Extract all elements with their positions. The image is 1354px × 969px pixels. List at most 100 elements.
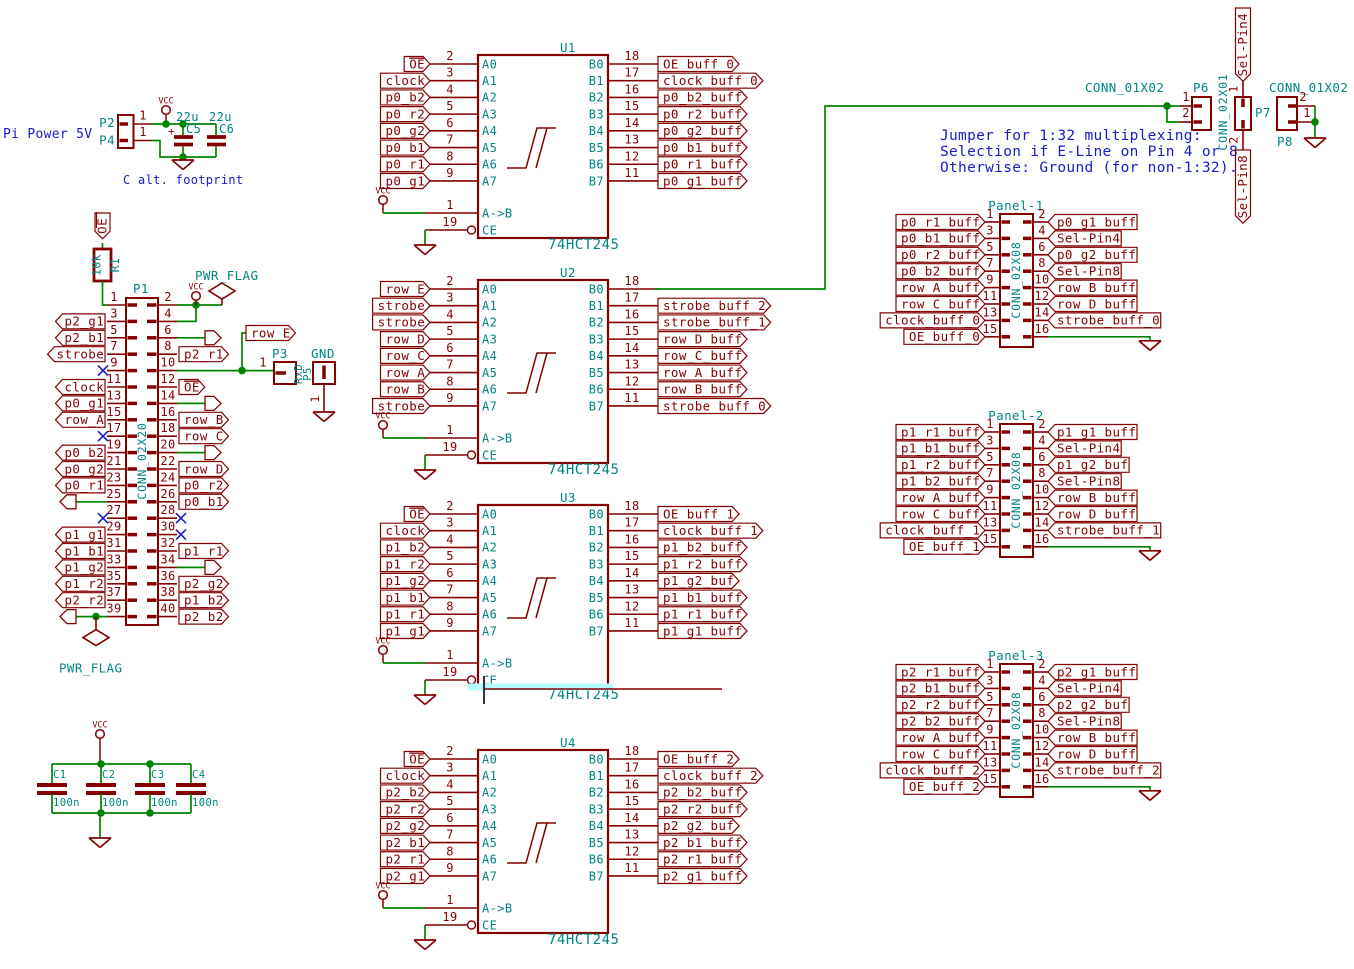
net-label-p1_g1[interactable]: p1_g1 [56, 527, 106, 542]
net-label-OE[interactable]: OE [404, 751, 430, 766]
net-label-row_D_buff[interactable]: row_D_buff [658, 331, 747, 346]
connector-panel-3[interactable]: Panel-3CONN_02X0813579111315246810121416 [982, 648, 1049, 797]
schematic-canvas[interactable]: Pi Power 5VP2P411VCC+22uC522uC6C alt. fo… [0, 0, 1354, 969]
net-label-p0_r2[interactable]: p0_r2 [179, 478, 229, 493]
chip-u2[interactable]: U274HCT2452A03A14A25A36A47A58A69A718B017… [425, 265, 658, 478]
net-label-p1_b2_buff[interactable]: p1_b2_buff [896, 474, 985, 489]
net-label-p2_b1_buff[interactable]: p2_b1_buff [896, 681, 985, 696]
net-label-p1_r2_buff[interactable]: p1_r2_buff [658, 556, 747, 571]
net-label-p0_b1_buff[interactable]: p0_b1_buff [658, 140, 747, 155]
pwr-flag[interactable]: PWR_FLAG [59, 630, 122, 676]
no-connect-mark[interactable] [98, 431, 108, 441]
net-label-strobe_buff_0[interactable]: strobe_buff_0 [1048, 313, 1161, 328]
net-label-p1_g2_buf[interactable]: p1_g2_buf [658, 573, 739, 588]
net-label-clock_buff_2[interactable]: clock_buff_2 [658, 768, 763, 783]
net-label-p1_b1[interactable]: p1_b1 [381, 590, 431, 605]
note-jumper-line[interactable]: Jumper for 1:32 multiplexing: [940, 128, 1202, 144]
net-label-p1_r1[interactable]: p1_r1 [381, 607, 431, 622]
net-label-p1_r2_buff[interactable]: p1_r2_buff [896, 457, 985, 472]
net-label-p0_g1_buff[interactable]: p0_g1_buff [658, 173, 747, 188]
net-label-row_C[interactable]: row_C [381, 348, 431, 363]
net-label-row_C_buff[interactable]: row_C_buff [896, 296, 985, 311]
wire-segment[interactable] [1048, 337, 1150, 341]
note-jumper-line[interactable]: Otherwise: Ground (for non-1:32). [940, 160, 1238, 176]
empty-label-arrow[interactable] [60, 495, 76, 509]
net-label-p1_b2[interactable]: p1_b2 [381, 540, 431, 555]
net-label-row_A[interactable]: row_A [56, 412, 106, 427]
vcc-symbol[interactable]: VCC [92, 721, 107, 765]
net-label-p0_g2[interactable]: p0_g2 [381, 123, 431, 138]
connector-p2-p4[interactable]: P2P411 [99, 109, 151, 149]
net-label-row_A_buff[interactable]: row_A_buff [896, 490, 985, 505]
net-label-p1_g2[interactable]: p1_g2 [56, 560, 106, 575]
net-label-p0_r1[interactable]: p0_r1 [56, 478, 106, 493]
net-label-row_E[interactable]: row_E [246, 325, 296, 340]
gnd-symbol[interactable] [313, 412, 335, 422]
net-label-row_D[interactable]: row_D [179, 461, 229, 476]
net-label-strobe[interactable]: strobe [373, 298, 430, 313]
empty-label-arrow[interactable] [205, 331, 221, 345]
gnd-symbol[interactable] [1139, 341, 1161, 351]
net-label-p2_g2[interactable]: p2_g2 [381, 818, 431, 833]
net-label-Sel-Pin4[interactable]: Sel-Pin4 [1048, 681, 1121, 696]
wire-segment[interactable] [103, 281, 108, 305]
connector-panel-1[interactable]: Panel-1CONN_02X0813579111315246810121416 [982, 198, 1049, 347]
net-label-strobe_buff_1[interactable]: strobe_buff_1 [658, 315, 771, 330]
net-label-strobe_buff_2[interactable]: strobe_buff_2 [658, 298, 771, 313]
connector-gnd[interactable]: GND1 [308, 346, 335, 411]
net-label-Sel-Pin4[interactable]: Sel-Pin4 [1048, 441, 1121, 456]
gnd-symbol[interactable] [414, 245, 436, 255]
cap-c2[interactable]: C2100n [86, 769, 129, 809]
net-label-row_A_buff[interactable]: row_A_buff [896, 280, 985, 295]
net-label-row_D_buff[interactable]: row_D_buff [1048, 296, 1137, 311]
net-label-clock[interactable]: clock [381, 523, 431, 538]
net-label-p0_b2_buff[interactable]: p0_b2_buff [658, 90, 747, 105]
net-label-p0_b2_buff[interactable]: p0_b2_buff [896, 264, 985, 279]
net-label-OE_buff_0[interactable]: OE_buff_0 [904, 329, 985, 344]
net-label-Sel-Pin8[interactable]: Sel-Pin8 [1235, 150, 1250, 223]
net-label-row_C_buff[interactable]: row_C_buff [896, 746, 985, 761]
net-label-p1_g1_buff[interactable]: p1_g1_buff [1048, 424, 1137, 439]
net-label-p2_g2_buf[interactable]: p2_g2_buf [658, 818, 739, 833]
cap-c6[interactable]: 22uC6 [207, 110, 234, 145]
net-label-Sel-Pin8[interactable]: Sel-Pin8 [1048, 264, 1121, 279]
net-label-row_C[interactable]: row_C [179, 429, 229, 444]
vcc-symbol[interactable]: VCC [188, 283, 203, 306]
note-pi-power[interactable]: Pi Power 5V [3, 127, 92, 142]
net-label-p1_r2[interactable]: p1_r2 [56, 576, 106, 591]
net-label-p0_b1[interactable]: p0_b1 [179, 494, 229, 509]
net-label-p1_r2[interactable]: p1_r2 [381, 556, 431, 571]
chip-u1[interactable]: U174HCT2452A03A14A25A36A47A58A69A718B017… [425, 40, 658, 253]
gnd-symbol[interactable] [1139, 791, 1161, 801]
net-label-p2_g1[interactable]: p2_g1 [56, 314, 106, 329]
net-label-p2_b1_buff[interactable]: p2_b1_buff [658, 835, 747, 850]
cap-c3[interactable]: C3100n [135, 769, 178, 809]
net-label-p2_r2_buff[interactable]: p2_r2_buff [896, 697, 985, 712]
net-label-p2_r2[interactable]: p2_r2 [56, 593, 106, 608]
net-label-p0_r2[interactable]: p0_r2 [381, 106, 431, 121]
gnd-symbol[interactable] [414, 470, 436, 480]
net-label-clock_buff_1[interactable]: clock_buff_1 [880, 523, 985, 538]
net-label-row_A_buff[interactable]: row_A_buff [896, 730, 985, 745]
net-label-row_B[interactable]: row_B [179, 412, 229, 427]
wire-segment[interactable] [1048, 787, 1150, 791]
net-label-Sel-Pin8[interactable]: Sel-Pin8 [1048, 474, 1121, 489]
net-label-row_A_buff[interactable]: row_A_buff [658, 365, 747, 380]
net-label-p2_r2_buff[interactable]: p2_r2_buff [658, 801, 747, 816]
vcc-symbol[interactable]: VCC [375, 187, 390, 214]
net-label-OE_buff_1[interactable]: OE_buff_1 [658, 506, 739, 521]
empty-label-arrow[interactable] [205, 446, 221, 460]
net-label-p0_r1_buff[interactable]: p0_r1_buff [896, 214, 985, 229]
net-label-row_B_buff[interactable]: row_B_buff [1048, 490, 1137, 505]
net-label-strobe[interactable]: strobe [373, 315, 430, 330]
resistor-r1[interactable]: 10kR1 [90, 249, 123, 281]
net-label-p2_r1_buff[interactable]: p2_r1_buff [896, 664, 985, 679]
net-label-OE_buff_2[interactable]: OE_buff_2 [658, 751, 739, 766]
net-label-p2_b2[interactable]: p2_b2 [179, 609, 229, 624]
net-label-strobe_buff_2[interactable]: strobe_buff_2 [1048, 763, 1161, 778]
net-label-OE_buff_1[interactable]: OE_buff_1 [904, 539, 985, 554]
connector-p1[interactable]: P1CONN_02X201234567891011121314151617181… [106, 281, 177, 625]
net-label-clock_buff_0[interactable]: clock_buff_0 [880, 313, 985, 328]
net-label-clock_buff_2[interactable]: clock_buff_2 [880, 763, 985, 778]
net-label-strobe_buff_1[interactable]: strobe_buff_1 [1048, 523, 1161, 538]
